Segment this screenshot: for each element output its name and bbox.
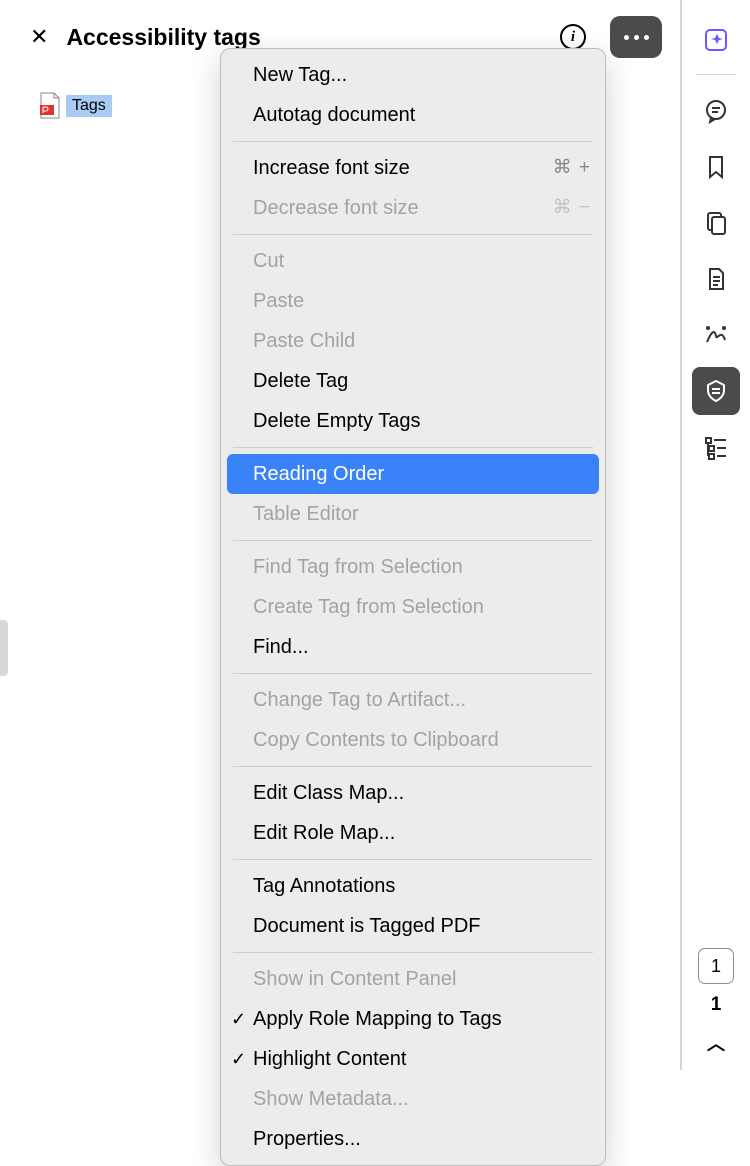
menu-item-label: Cut [253, 245, 284, 277]
menu-item-increase-font-size[interactable]: Increase font size ⌘ + [221, 148, 605, 188]
menu-item-find-tag-from-selection: Find Tag from Selection [221, 547, 605, 587]
page-number-input[interactable]: 1 [698, 948, 734, 984]
bookmarks-icon[interactable] [692, 143, 740, 191]
menu-separator [233, 141, 593, 142]
right-toolbar: 1 1 ︿ [680, 0, 750, 1070]
menu-separator [233, 766, 593, 767]
menu-item-label: Decrease font size [253, 192, 419, 224]
attachments-icon[interactable] [692, 255, 740, 303]
menu-item-label: Delete Empty Tags [253, 405, 421, 437]
menu-item-label: Copy Contents to Clipboard [253, 724, 499, 756]
menu-item-label: Properties... [253, 1123, 361, 1155]
menu-item-label: Show Metadata... [253, 1083, 409, 1115]
panel-resize-handle[interactable] [0, 620, 8, 676]
tags-context-menu: New Tag... Autotag document Increase font … [220, 48, 606, 1166]
menu-item-copy-contents-to-clipboard: Copy Contents to Clipboard [221, 720, 605, 760]
menu-item-edit-class-map[interactable]: Edit Class Map... [221, 773, 605, 813]
menu-item-label: Reading Order [253, 458, 384, 490]
order-panel-icon[interactable] [692, 423, 740, 471]
menu-separator [233, 234, 593, 235]
checkmark-icon: ✓ [231, 1005, 246, 1034]
close-panel-button[interactable]: ✕ [30, 26, 48, 48]
menu-item-label: Find Tag from Selection [253, 551, 463, 583]
menu-item-label: Create Tag from Selection [253, 591, 484, 623]
menu-item-change-tag-to-artifact: Change Tag to Artifact... [221, 680, 605, 720]
comments-icon[interactable] [692, 87, 740, 135]
menu-item-label: Paste Child [253, 325, 355, 357]
menu-item-create-tag-from-selection: Create Tag from Selection [221, 587, 605, 627]
menu-item-label: New Tag... [253, 59, 347, 91]
ai-assistant-icon[interactable] [692, 16, 740, 64]
menu-item-label: Document is Tagged PDF [253, 910, 481, 942]
menu-separator [233, 952, 593, 953]
menu-item-label: Edit Role Map... [253, 817, 395, 849]
signatures-icon[interactable] [692, 311, 740, 359]
menu-item-label: Apply Role Mapping to Tags [253, 1003, 502, 1035]
menu-item-cut: Cut [221, 241, 605, 281]
menu-item-shortcut: ⌘ − [553, 193, 591, 223]
menu-separator [233, 447, 593, 448]
tags-root-label[interactable]: Tags [66, 95, 112, 117]
menu-item-label: Delete Tag [253, 365, 348, 397]
page-total: 1 [711, 994, 722, 1016]
menu-separator [233, 540, 593, 541]
accessibility-tags-panel: ✕ Accessibility tags i Tags New Tag... Au… [0, 0, 680, 1070]
menu-item-document-is-tagged-pdf[interactable]: Document is Tagged PDF [221, 906, 605, 946]
panel-title: Accessibility tags [66, 24, 542, 51]
rail-separator [696, 74, 736, 75]
menu-item-edit-role-map[interactable]: Edit Role Map... [221, 813, 605, 853]
menu-item-properties[interactable]: Properties... [221, 1119, 605, 1159]
menu-item-paste-child: Paste Child [221, 321, 605, 361]
menu-item-paste: Paste [221, 281, 605, 321]
menu-item-decrease-font-size: Decrease font size ⌘ − [221, 188, 605, 228]
menu-item-show-metadata: Show Metadata... [221, 1079, 605, 1119]
menu-separator [233, 859, 593, 860]
menu-item-label: Table Editor [253, 498, 359, 530]
menu-item-label: Change Tag to Artifact... [253, 684, 466, 716]
menu-item-label: Autotag document [253, 99, 415, 131]
menu-item-label: Edit Class Map... [253, 777, 404, 809]
menu-item-highlight-content[interactable]: ✓Highlight Content [221, 1039, 605, 1079]
menu-item-delete-empty-tags[interactable]: Delete Empty Tags [221, 401, 605, 441]
menu-item-delete-tag[interactable]: Delete Tag [221, 361, 605, 401]
menu-item-label: Find... [253, 631, 309, 663]
menu-item-table-editor: Table Editor [221, 494, 605, 534]
menu-separator [233, 673, 593, 674]
pdf-icon [38, 92, 62, 120]
page-up-button[interactable]: ︿ [707, 1030, 725, 1056]
menu-item-label: Show in Content Panel [253, 963, 456, 995]
thumbnails-icon[interactable] [692, 199, 740, 247]
more-options-button[interactable] [610, 16, 662, 58]
menu-item-find[interactable]: Find... [221, 627, 605, 667]
menu-item-label: Paste [253, 285, 304, 317]
info-button[interactable]: i [560, 24, 586, 50]
menu-item-reading-order[interactable]: Reading Order [227, 454, 599, 494]
menu-item-label: Increase font size [253, 152, 410, 184]
menu-item-tag-annotations[interactable]: Tag Annotations [221, 866, 605, 906]
menu-item-autotag-document[interactable]: Autotag document [221, 95, 605, 135]
menu-item-new-tag[interactable]: New Tag... [221, 55, 605, 95]
menu-item-label: Highlight Content [253, 1043, 406, 1075]
checkmark-icon: ✓ [231, 1045, 246, 1074]
menu-item-show-in-content-panel: Show in Content Panel [221, 959, 605, 999]
accessibility-tags-icon[interactable] [692, 367, 740, 415]
menu-item-shortcut: ⌘ + [553, 153, 591, 183]
menu-item-label: Tag Annotations [253, 870, 395, 902]
menu-item-apply-role-mapping-to-tags[interactable]: ✓Apply Role Mapping to Tags [221, 999, 605, 1039]
